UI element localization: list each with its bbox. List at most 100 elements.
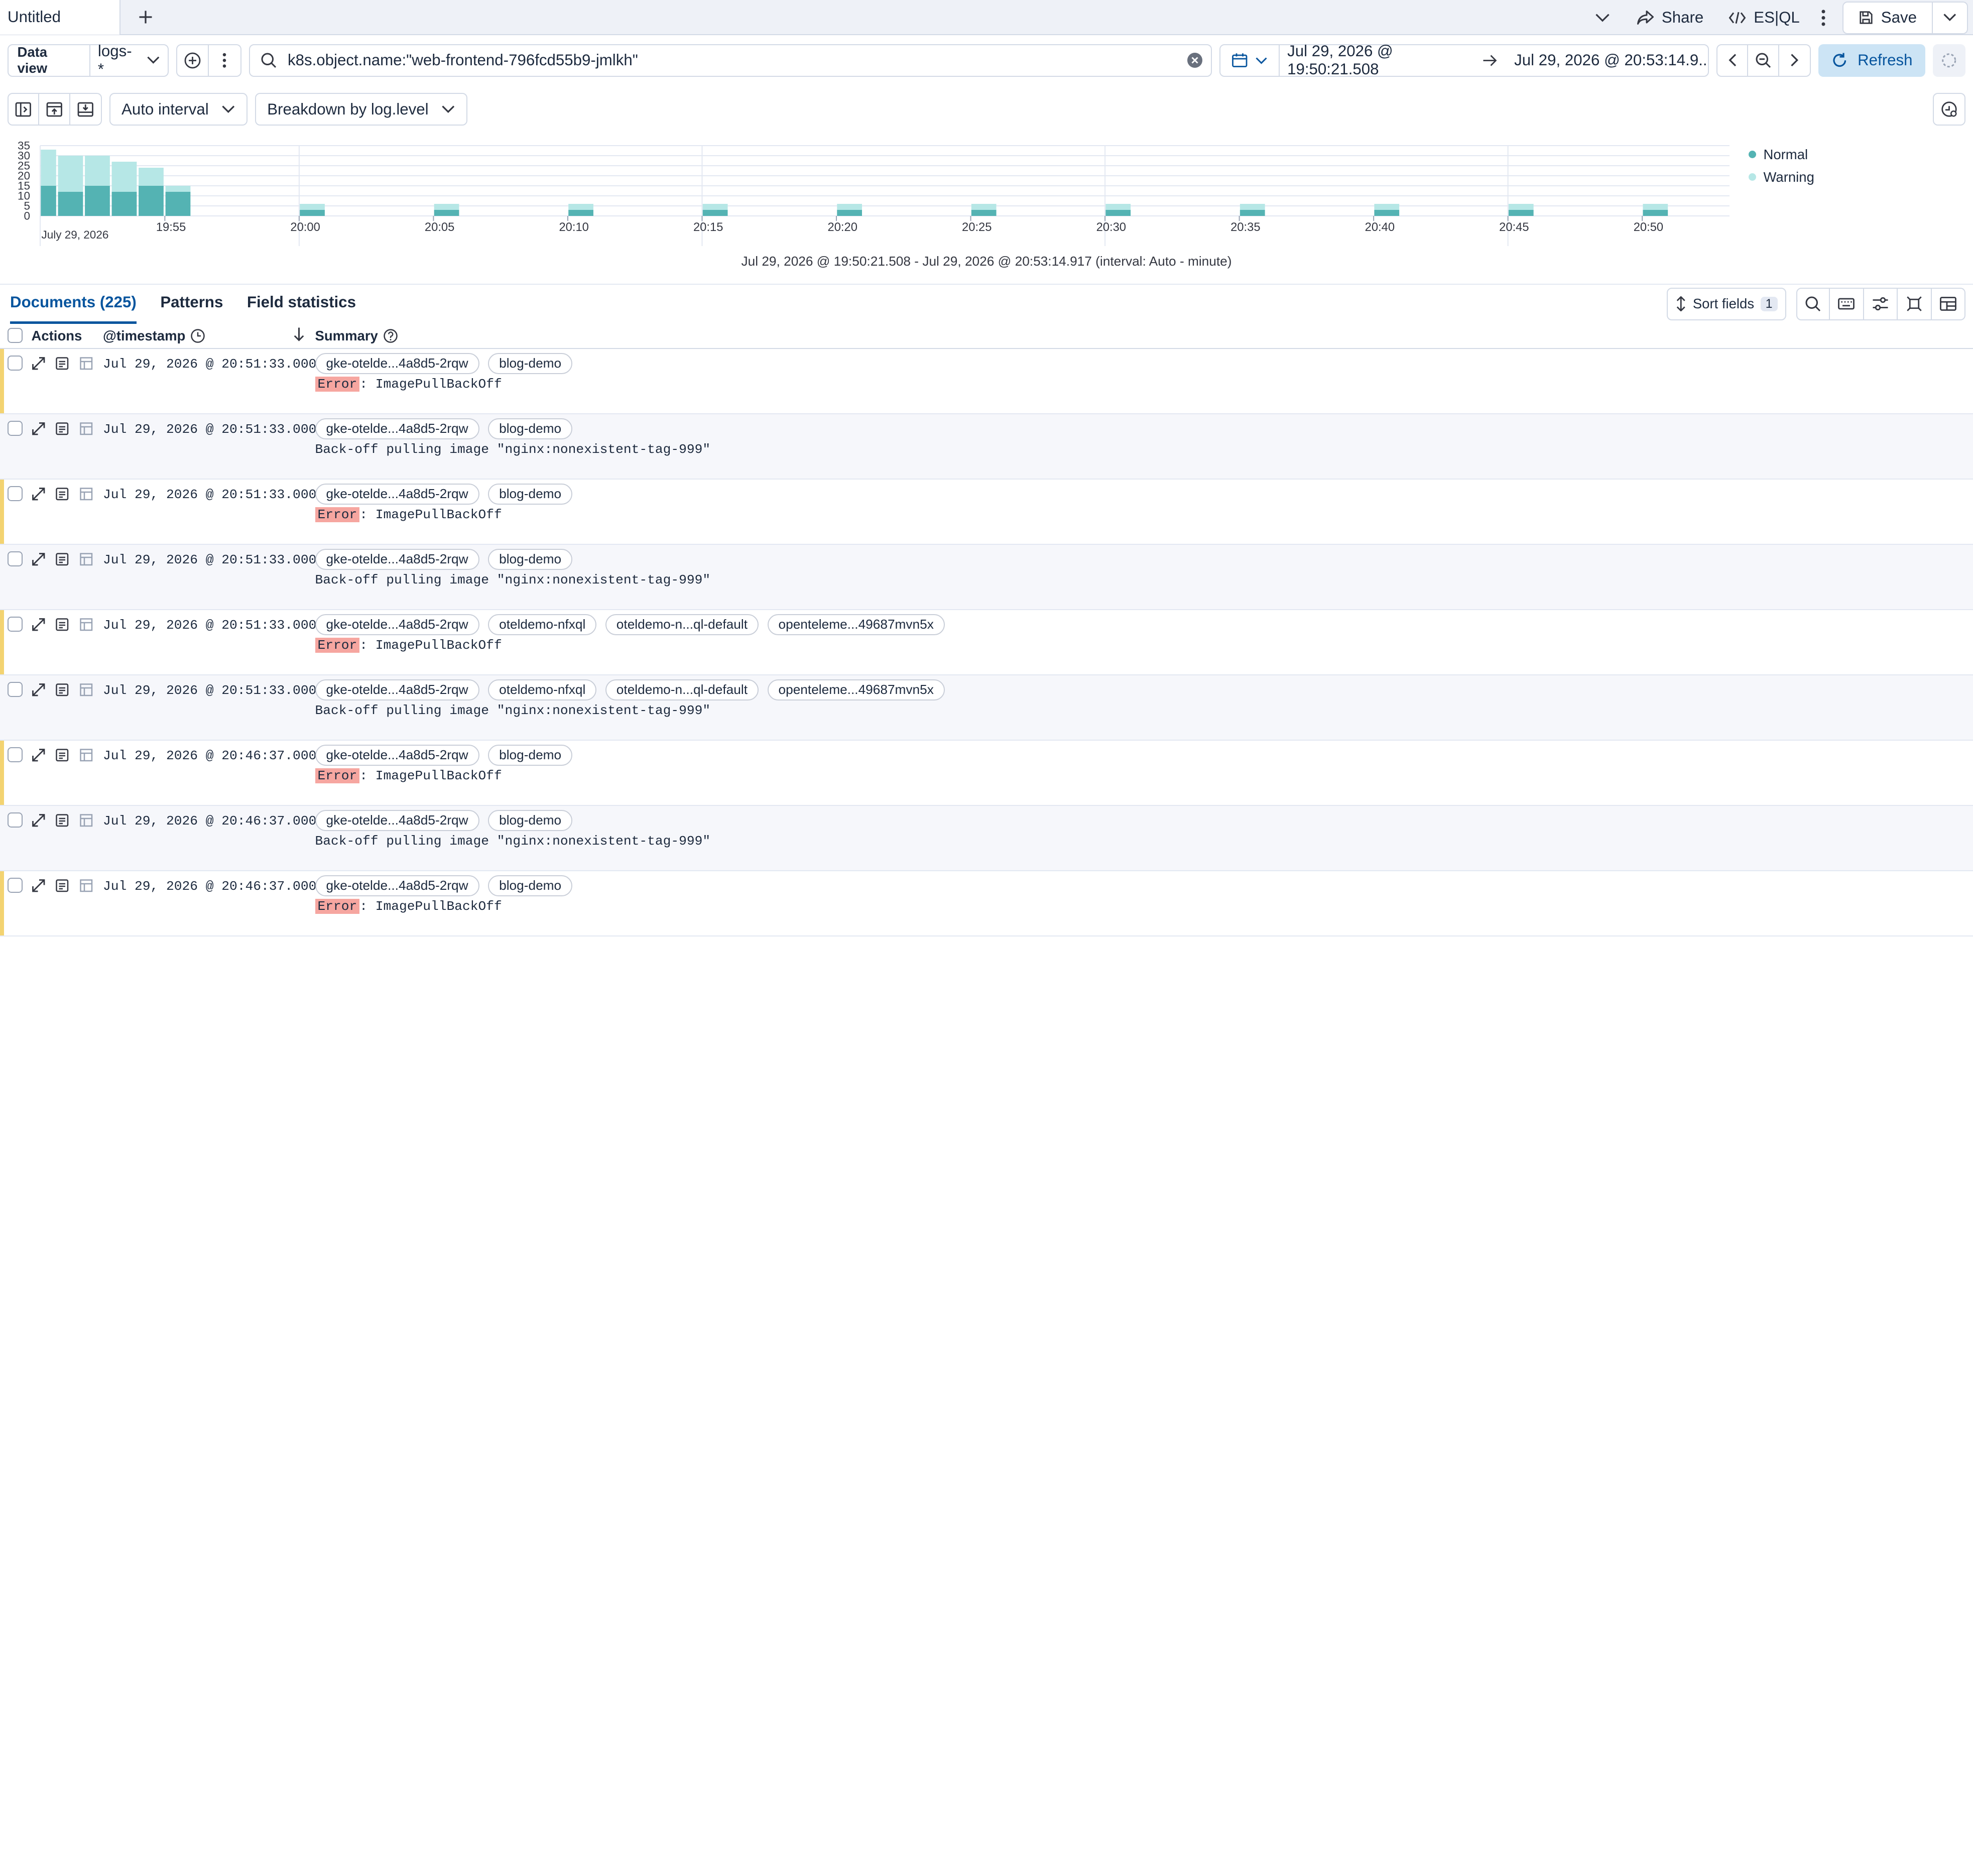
y-tick-label: 0: [24, 210, 30, 222]
message-text: Back-off pulling image "nginx:nonexisten…: [315, 442, 711, 457]
bar-normal: [568, 210, 593, 216]
row-checkbox[interactable]: [8, 486, 23, 501]
summary-badge[interactable]: gke-otelde...4a8d5-2rqw: [315, 548, 479, 570]
document-icon[interactable]: [55, 748, 69, 762]
expand-icon[interactable]: [32, 618, 46, 632]
table-icon[interactable]: [79, 683, 93, 697]
summary-badge[interactable]: gke-otelde...4a8d5-2rqw: [315, 418, 479, 439]
row-checkbox[interactable]: [8, 747, 23, 762]
summary-badge[interactable]: gke-otelde...4a8d5-2rqw: [315, 809, 479, 831]
summary-badge[interactable]: blog-demo: [488, 875, 573, 896]
document-icon[interactable]: [55, 813, 69, 828]
document-icon[interactable]: [55, 879, 69, 893]
row-checkbox[interactable]: [8, 551, 23, 566]
summary-badge[interactable]: gke-otelde...4a8d5-2rqw: [315, 875, 479, 896]
bar-warning: [434, 204, 459, 210]
summary-badge[interactable]: blog-demo: [488, 744, 573, 766]
summary-badge[interactable]: gke-otelde...4a8d5-2rqw: [315, 744, 479, 766]
table-icon[interactable]: [79, 618, 93, 632]
bar-normal: [434, 210, 459, 216]
table-row[interactable]: Jul 29, 2026 @ 20:51:33.000 gke-otelde..…: [0, 480, 1973, 545]
summary-badge[interactable]: blog-demo: [488, 353, 573, 374]
summary-badge[interactable]: gke-otelde...4a8d5-2rqw: [315, 483, 479, 505]
summary-badge[interactable]: blog-demo: [488, 483, 573, 505]
column-layout-button[interactable]: [1931, 287, 1965, 320]
table-row[interactable]: Jul 29, 2026 @ 20:51:33.000 gke-otelde..…: [0, 349, 1973, 414]
row-checkbox[interactable]: [8, 877, 23, 893]
expand-icon[interactable]: [32, 879, 46, 893]
discover-app: Untitled Share ES|QL Save Data view logs…: [0, 0, 1973, 938]
tab-documents[interactable]: Documents (225): [10, 293, 137, 324]
row-message: Error: ImagePullBackOff: [315, 768, 502, 783]
expand-icon[interactable]: [32, 422, 46, 436]
table-icon[interactable]: [79, 487, 93, 501]
row-actions: [32, 422, 93, 436]
fullscreen-button[interactable]: [1898, 287, 1932, 320]
histogram-chart[interactable]: 3530252015105019:55 20:00 20:05 20:10 20:15 2…: [0, 0, 1973, 276]
select-all-checkbox[interactable]: [8, 327, 23, 343]
legend-item-normal[interactable]: Normal: [1748, 143, 1814, 166]
bar-warning: [568, 204, 593, 210]
row-checkbox[interactable]: [8, 616, 23, 632]
document-icon[interactable]: [55, 683, 69, 697]
row-checkbox[interactable]: [8, 812, 23, 828]
row-badges: gke-otelde...4a8d5-2rqw blog-demo: [315, 875, 573, 896]
summary-badge[interactable]: oteldemo-n...ql-default: [605, 679, 759, 700]
column-header-summary[interactable]: Summary: [315, 328, 398, 344]
summary-badge[interactable]: gke-otelde...4a8d5-2rqw: [315, 353, 479, 374]
document-icon[interactable]: [55, 618, 69, 632]
bar-warning: [1508, 204, 1534, 210]
table-icon[interactable]: [79, 813, 93, 828]
summary-badge[interactable]: oteldemo-nfxql: [488, 614, 597, 635]
table-row[interactable]: Jul 29, 2026 @ 20:46:37.000 gke-otelde..…: [0, 741, 1973, 806]
row-checkbox[interactable]: [8, 420, 23, 436]
keyboard-shortcuts-button[interactable]: [1830, 287, 1864, 320]
row-actions: [32, 683, 93, 697]
summary-badge[interactable]: oteldemo-nfxql: [488, 679, 597, 700]
bar-warning: [1105, 204, 1131, 210]
log-level-badge: Error: [315, 768, 360, 783]
table-row[interactable]: Jul 29, 2026 @ 20:46:37.000 gke-otelde..…: [0, 806, 1973, 871]
summary-badge[interactable]: blog-demo: [488, 548, 573, 570]
summary-badge[interactable]: blog-demo: [488, 418, 573, 439]
sort-fields-button[interactable]: Sort fields 1: [1666, 287, 1786, 320]
table-icon[interactable]: [79, 879, 93, 893]
tab-patterns[interactable]: Patterns: [160, 293, 223, 324]
display-settings-button[interactable]: [1864, 287, 1898, 320]
document-icon[interactable]: [55, 357, 69, 371]
column-header-timestamp[interactable]: @timestamp: [103, 328, 205, 344]
legend-item-warning[interactable]: Warning: [1748, 166, 1814, 188]
document-icon[interactable]: [55, 422, 69, 436]
summary-badge[interactable]: gke-otelde...4a8d5-2rqw: [315, 614, 479, 635]
expand-icon[interactable]: [32, 813, 46, 828]
table-row[interactable]: Jul 29, 2026 @ 20:51:33.000 gke-otelde..…: [0, 545, 1973, 610]
summary-badge[interactable]: openteleme...49687mvn5x: [767, 614, 945, 635]
table-row[interactable]: Jul 29, 2026 @ 20:51:33.000 gke-otelde..…: [0, 610, 1973, 675]
expand-icon[interactable]: [32, 683, 46, 697]
table-icon[interactable]: [79, 552, 93, 566]
summary-badge[interactable]: oteldemo-n...ql-default: [605, 614, 759, 635]
expand-icon[interactable]: [32, 487, 46, 501]
table-row[interactable]: Jul 29, 2026 @ 20:51:33.000 gke-otelde..…: [0, 675, 1973, 741]
document-icon[interactable]: [55, 487, 69, 501]
table-icon[interactable]: [79, 357, 93, 371]
expand-icon[interactable]: [32, 552, 46, 566]
sort-descending-button[interactable]: [293, 326, 305, 345]
expand-icon[interactable]: [32, 748, 46, 762]
table-row[interactable]: Jul 29, 2026 @ 20:51:33.000 gke-otelde..…: [0, 414, 1973, 480]
tab-field-statistics[interactable]: Field statistics: [247, 293, 356, 324]
row-checkbox[interactable]: [8, 355, 23, 371]
document-icon[interactable]: [55, 552, 69, 566]
summary-badge[interactable]: blog-demo: [488, 809, 573, 831]
bar-normal: [85, 186, 110, 216]
summary-badge[interactable]: openteleme...49687mvn5x: [767, 679, 945, 700]
expand-icon[interactable]: [32, 357, 46, 371]
table-icon[interactable]: [79, 748, 93, 762]
grid-search-button[interactable]: [1796, 287, 1830, 320]
table-row[interactable]: Jul 29, 2026 @ 20:46:37.000 gke-otelde..…: [0, 871, 1973, 936]
grid-tool-buttons: [1796, 287, 1965, 320]
row-checkbox[interactable]: [8, 681, 23, 697]
table-icon[interactable]: [79, 422, 93, 436]
x-date-label: July 29, 2026: [42, 228, 109, 241]
summary-badge[interactable]: gke-otelde...4a8d5-2rqw: [315, 679, 479, 700]
